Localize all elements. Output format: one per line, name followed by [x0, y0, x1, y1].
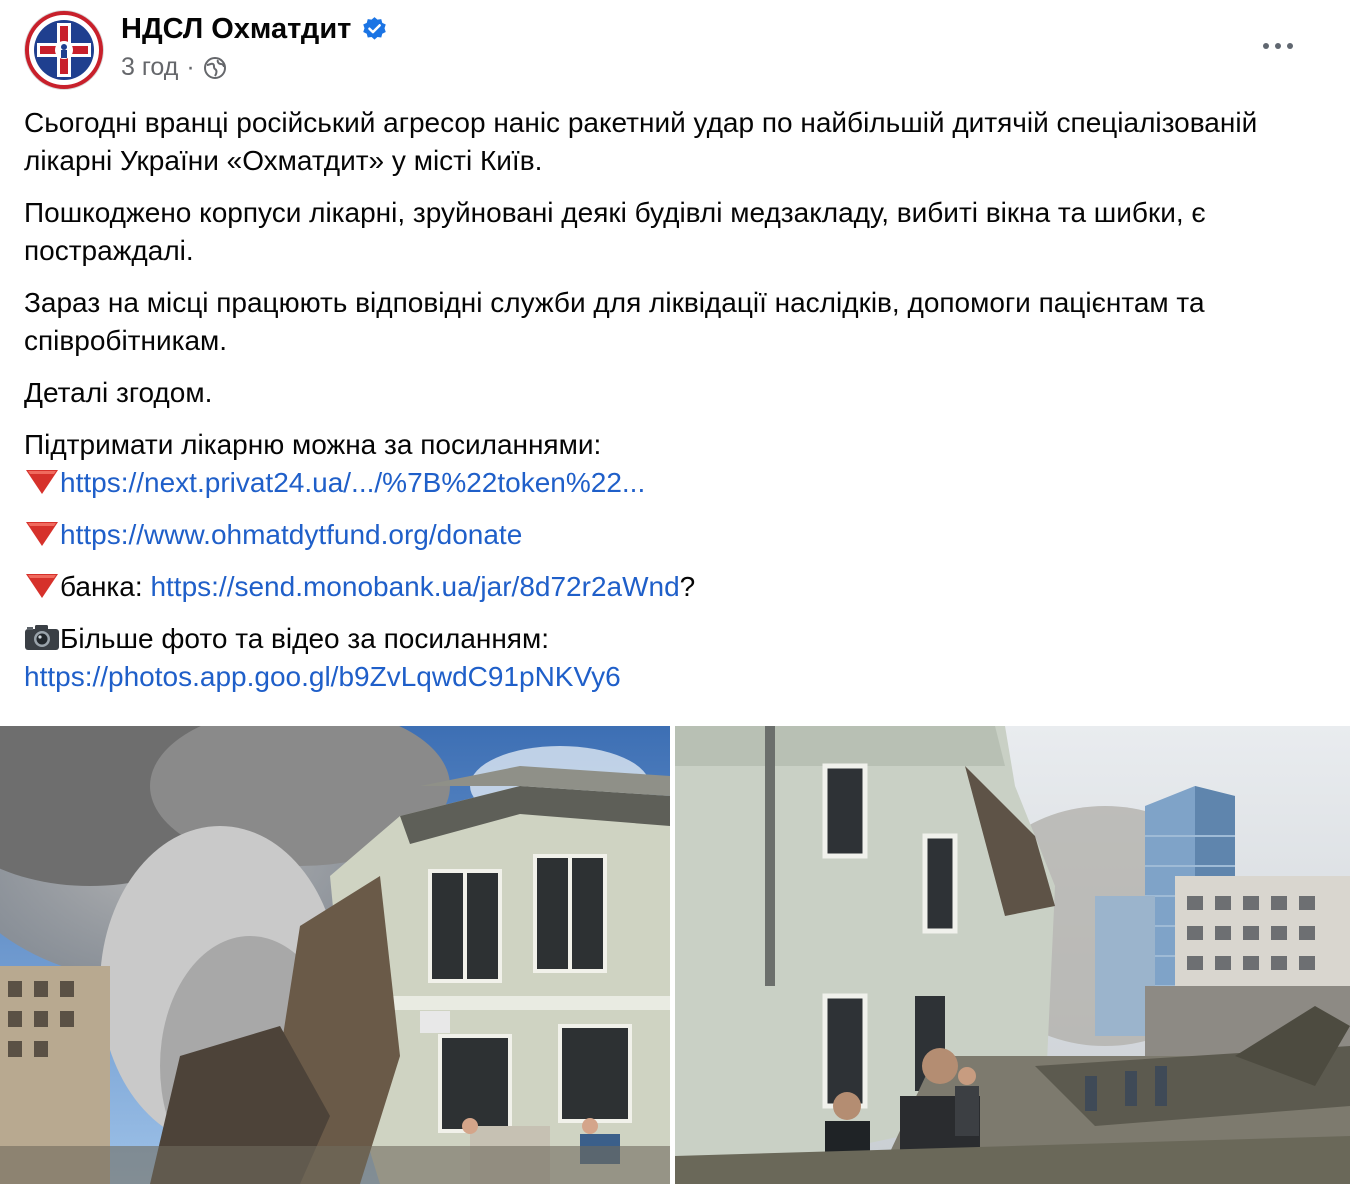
support-intro: Підтримати лікарню можна за посиланнями: [24, 429, 602, 460]
photo-damaged-building-smoke[interactable] [0, 726, 670, 1184]
post-timestamp[interactable]: 3 год [121, 53, 178, 82]
camera-icon [24, 623, 60, 651]
jar-suffix: ? [679, 571, 696, 602]
more-options-icon[interactable] [1254, 28, 1302, 64]
red-triangle-icon [24, 570, 60, 600]
red-triangle-icon [24, 518, 60, 548]
post-paragraph-2: Пошкоджено корпуси лікарні, зруйновані д… [24, 197, 1206, 266]
post-photos [0, 726, 1350, 1184]
post-paragraph-4: Деталі згодом. [24, 377, 213, 408]
monobank-jar-link[interactable]: https://send.monobank.ua/jar/8d72r2aWnd [150, 571, 679, 602]
support-links-block: Підтримати лікарню можна за посиланнями:… [24, 426, 1324, 502]
post-paragraph-1: Сьогодні вранці російський агресор наніс… [24, 107, 1258, 176]
post-body: Сьогодні вранці російський агресор наніс… [24, 104, 1324, 710]
jar-label: банка: [60, 571, 151, 602]
meta-separator: · [186, 53, 195, 81]
globe-icon[interactable] [203, 56, 227, 80]
post-paragraph-3: Зараз на місці працюють відповідні служб… [24, 287, 1205, 356]
jar-link-line: банка: https://send.monobank.ua/jar/8d72… [24, 568, 1324, 606]
photos-label: Більше фото та відео за посиланням: [60, 623, 550, 654]
red-triangle-icon [24, 466, 60, 496]
verified-badge-icon [361, 16, 388, 43]
fund-donate-link[interactable]: https://www.ohmatdytfund.org/donate [60, 519, 522, 550]
page-name-link[interactable]: НДСЛ Охматдит [121, 13, 388, 46]
google-photos-link[interactable]: https://photos.app.goo.gl/b9ZvLqwdC91pNK… [24, 661, 621, 692]
page-avatar[interactable] [24, 10, 104, 90]
post-meta: 3 год · [121, 53, 227, 82]
fund-link-line: https://www.ohmatdytfund.org/donate [24, 516, 1324, 554]
privat24-link[interactable]: https://next.privat24.ua/.../%7B%22token… [60, 467, 645, 498]
photos-link-line: Більше фото та відео за посиланням: http… [24, 620, 1324, 696]
page-name[interactable]: НДСЛ Охматдит [121, 13, 351, 46]
photo-damaged-street-rescuers[interactable] [675, 726, 1350, 1184]
post-header: НДСЛ Охматдит 3 год · [24, 10, 1326, 90]
